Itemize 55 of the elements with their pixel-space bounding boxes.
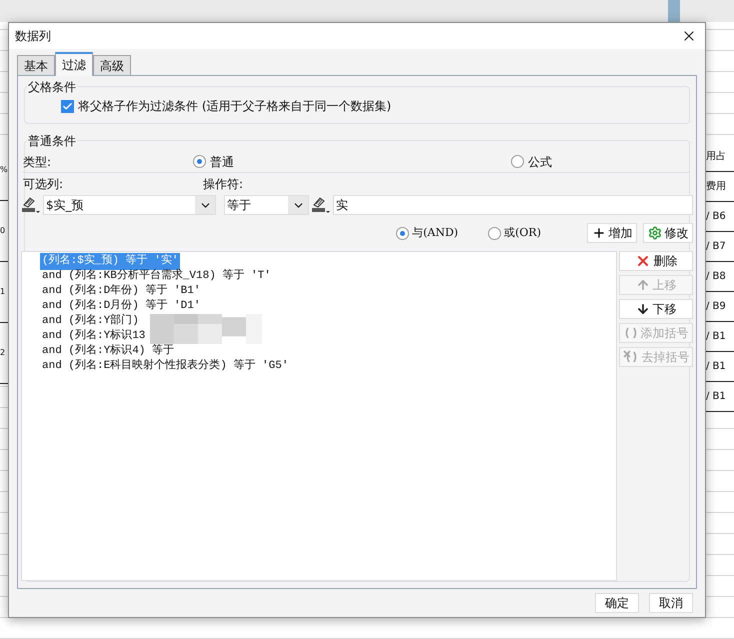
group-legend: 普通条件	[27, 132, 77, 150]
value-field[interactable]: 实	[333, 195, 693, 215]
text-type-icon[interactable]	[21, 196, 41, 214]
group-legend: 父格条件	[27, 78, 77, 96]
tab[interactable]: 基本	[17, 55, 55, 75]
radio-label: 公式	[528, 154, 552, 170]
condition-item[interactable]: and (列名:E科目映射个性报表分类) 等于 'G5'	[40, 358, 290, 375]
sheet-cell-text: / B8	[706, 270, 726, 284]
tab[interactable]: 过滤	[55, 52, 93, 76]
sheet-cell-text: / B1	[706, 330, 726, 344]
radio-button[interactable]	[511, 155, 524, 168]
plus-icon	[592, 226, 606, 240]
gear-icon	[648, 226, 662, 240]
condition-item[interactable]: and (列名:Y部门)	[40, 313, 141, 330]
text-type-icon[interactable]	[311, 196, 331, 214]
parentheses-icon	[624, 327, 638, 339]
column-dropdown[interactable]: $实_预	[43, 195, 216, 215]
list-action-button[interactable]: 下移	[619, 299, 693, 319]
radio-label: 或(OR)	[504, 224, 541, 241]
type-label: 类型:	[23, 154, 52, 170]
dialog-button[interactable]: 确定	[595, 593, 639, 613]
radio-button[interactable]	[396, 226, 410, 240]
modify-button[interactable]: 修改	[643, 223, 693, 243]
sheet-cell-text: 用占	[706, 150, 726, 164]
checkbox-label: 将父格子作为过滤条件 (适用于父子格来自于同一个数据集)	[78, 98, 392, 115]
list-action-button[interactable]: 删除	[619, 251, 693, 271]
radio-label: 与(AND)	[412, 224, 458, 241]
sheet-cell-text: / B1	[706, 390, 726, 404]
sheet-cell-text: 费用	[706, 180, 726, 194]
radio-button[interactable]	[488, 226, 502, 240]
condition-item[interactable]: and (列名:Y标识4) 等于	[40, 343, 176, 360]
column-label: 可选列:	[23, 176, 64, 193]
dialog-button[interactable]: 取消	[649, 593, 693, 613]
operator-dropdown[interactable]: 等于	[224, 195, 309, 215]
checkbox[interactable]	[61, 100, 74, 112]
radio-button[interactable]	[193, 155, 206, 168]
add-button[interactable]: 增加	[587, 223, 637, 243]
sheet-cell-text: / B1	[706, 360, 726, 374]
sheet-cell-text: / B6	[706, 210, 726, 224]
sheet-cell-text: / B7	[706, 240, 726, 254]
sheet-cell-text: / B9	[706, 300, 726, 314]
sheet-cell-text: 2	[0, 347, 6, 359]
column-marker	[668, 0, 680, 22]
parentheses-cross-icon	[622, 350, 638, 364]
condition-item[interactable]: and (列名:Y标识13	[40, 328, 148, 345]
radio-label: 普通	[210, 154, 234, 170]
condition-item[interactable]: and (列名:D月份) 等于 'D1'	[40, 298, 202, 315]
condition-item[interactable]: and (列名:D年份) 等于 'B1'	[40, 283, 202, 300]
sheet-cell-text: 0	[0, 225, 6, 237]
tab[interactable]: 高级	[93, 55, 131, 75]
operator-label: 操作符:	[203, 176, 244, 193]
sheet-cell-text: 1	[0, 286, 6, 298]
window-title: 数据列	[15, 28, 51, 45]
condition-item[interactable]: and (列名:KB分析平台需求_V18) 等于 'T'	[40, 268, 273, 285]
sheet-cell-text: %	[0, 164, 8, 176]
